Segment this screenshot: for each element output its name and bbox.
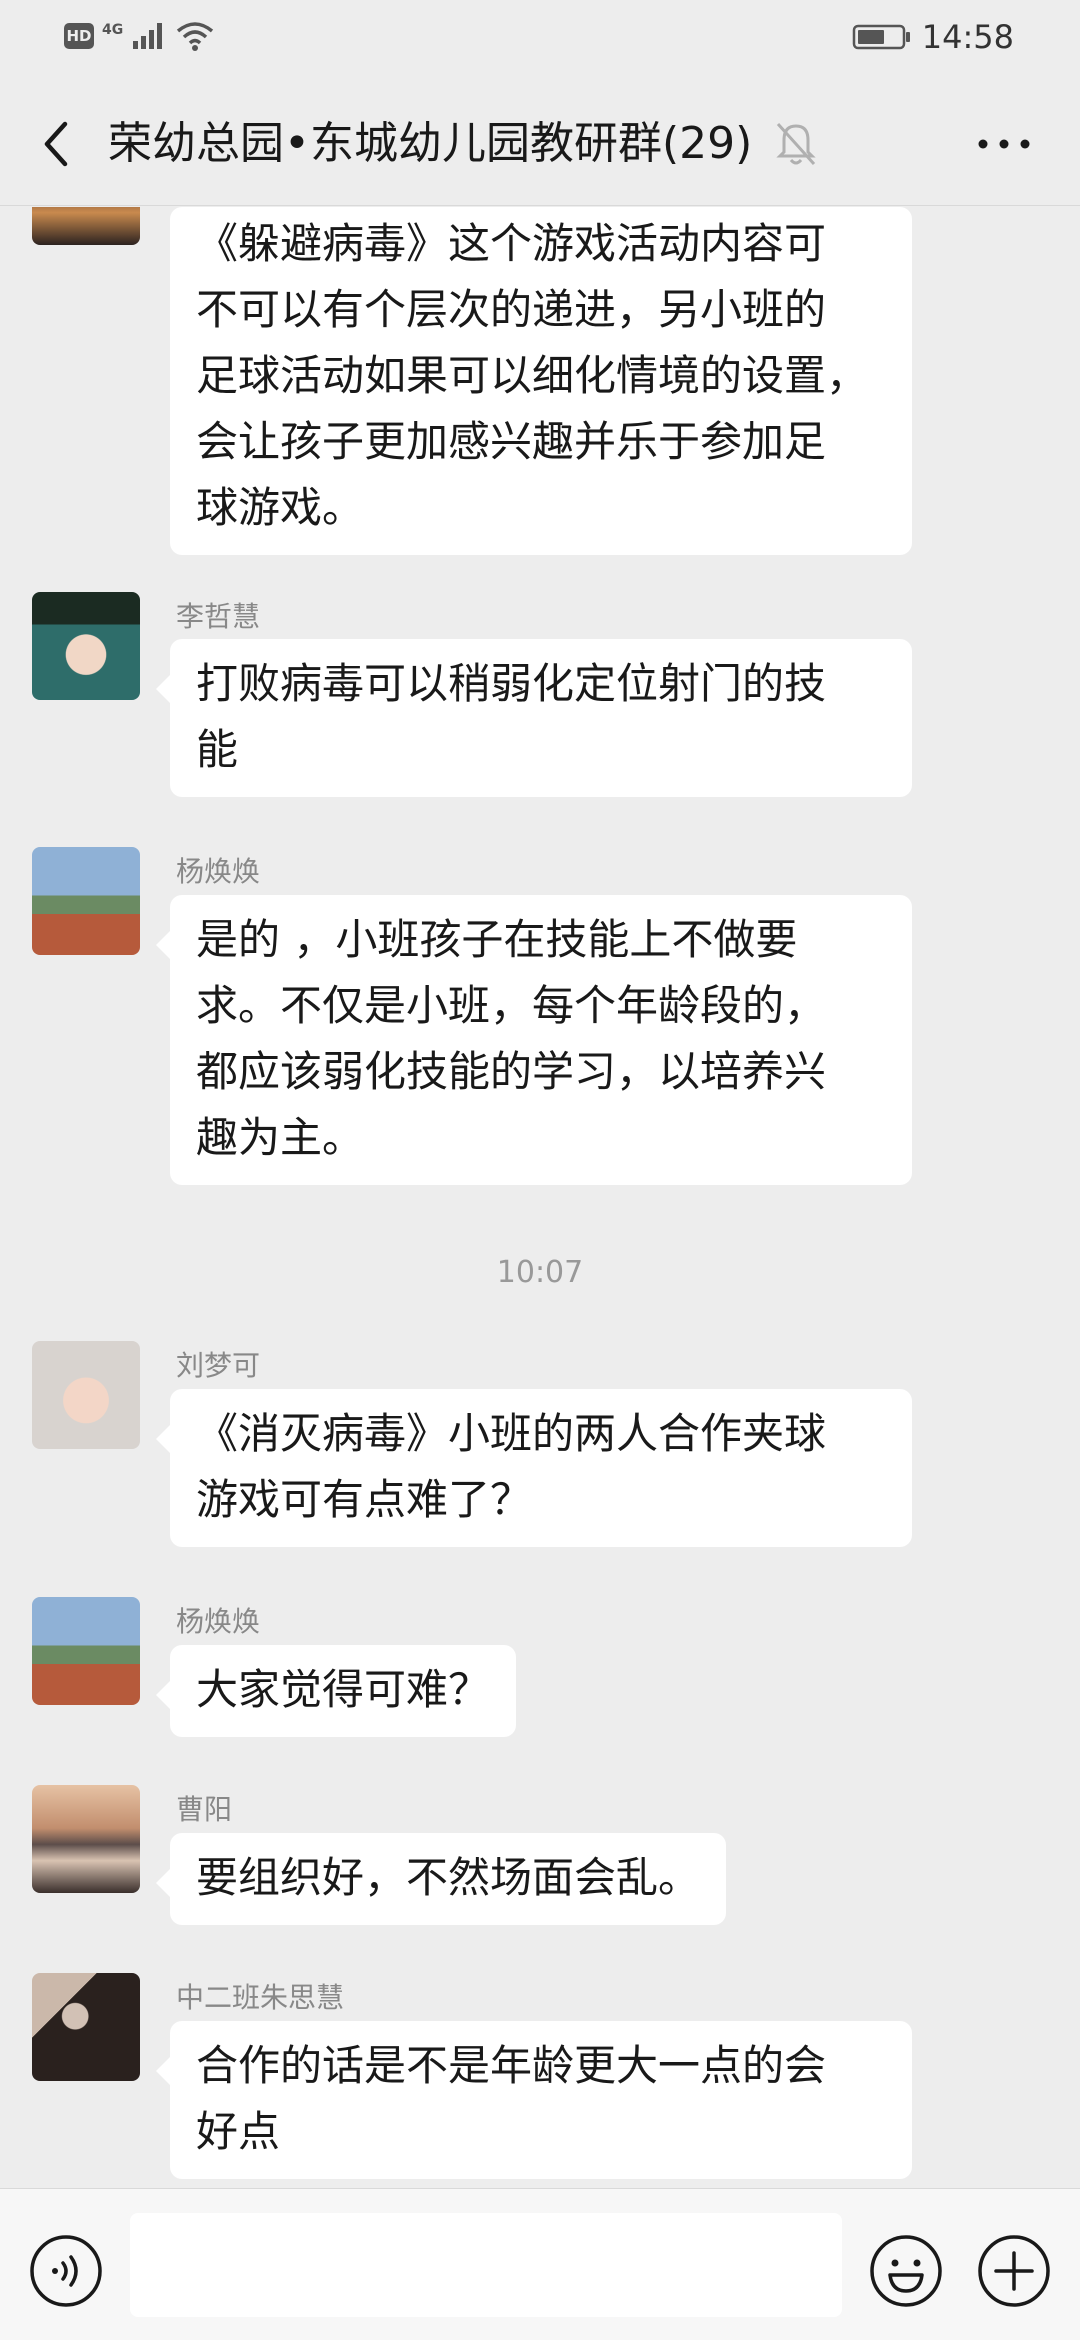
chat-title: 荣幼总园•东城幼儿园教研群(29) — [108, 118, 753, 169]
message-line: 《躲避病毒》这个游戏活动内容可 — [196, 219, 827, 268]
message-bubble[interactable]: 合作的话是不是年龄更大一点的会 好点 — [156, 2021, 912, 2179]
emoji-icon — [870, 2235, 942, 2307]
plus-button[interactable] — [976, 2233, 1052, 2309]
avatar[interactable] — [32, 1341, 140, 1449]
message-line: 要组织好，不然场面会乱。 — [196, 1853, 701, 1902]
status-left: HD 4G — [64, 20, 215, 52]
sender-name: 杨焕焕 — [176, 855, 261, 888]
input-bar — [0, 2188, 1080, 2340]
avatar[interactable] — [32, 1973, 140, 2081]
message-line: 好点 — [196, 2107, 281, 2156]
wifi-icon — [177, 22, 214, 51]
plus-icon — [978, 2235, 1050, 2307]
message-line: 是的 ，小班孩子在技能上不做要 — [196, 915, 798, 964]
sender-name: 杨焕焕 — [176, 1605, 261, 1638]
status-time: 14:58 — [921, 18, 1014, 56]
message-line: 足球活动如果可以细化情境的设置， — [196, 351, 869, 400]
message-line: 游戏可有点难了？ — [196, 1475, 533, 1524]
message-bubble[interactable]: 大家觉得可难？ — [155, 1645, 517, 1737]
battery-icon — [852, 24, 910, 50]
chevron-left-icon — [44, 121, 68, 167]
timestamp: 10:07 — [496, 1255, 584, 1290]
status-right: 14:58 — [852, 18, 1014, 56]
signal-icon — [133, 23, 163, 49]
message-line: 趣为主。 — [196, 1113, 365, 1162]
message-bubble[interactable]: 要组织好，不然场面会乱。 — [155, 1833, 727, 1925]
sender-name: 李哲慧 — [176, 600, 261, 633]
message-line: 会让孩子更加感兴趣并乐于参加足 — [196, 417, 827, 466]
avatar[interactable] — [32, 207, 140, 245]
message-bubble[interactable]: 是的 ，小班孩子在技能上不做要 求。不仅是小班，每个年龄段的， 都应该弱化技能的… — [156, 895, 912, 1185]
hd-badge: HD — [64, 23, 94, 49]
more-dots-icon — [978, 139, 1030, 149]
network-label: 4G — [102, 22, 124, 38]
avatar[interactable] — [32, 1785, 140, 1893]
message-bubble[interactable]: 《躲避病毒》这个游戏活动内容可 不可以有个层次的递进，另小班的 足球活动如果可以… — [170, 207, 912, 555]
avatar[interactable] — [32, 1597, 140, 1705]
back-button[interactable] — [28, 112, 84, 176]
message-line: 打败病毒可以稍弱化定位射门的技 — [196, 659, 827, 708]
message-bubble[interactable]: 打败病毒可以稍弱化定位射门的技 能 — [156, 639, 912, 797]
message-line: 求。不仅是小班，每个年龄段的， — [196, 981, 827, 1030]
message-line: 《消灭病毒》小班的两人合作夹球 — [196, 1409, 827, 1458]
message-bubble[interactable]: 《消灭病毒》小班的两人合作夹球 游戏可有点难了？ — [156, 1389, 912, 1547]
message-line: 不可以有个层次的递进，另小班的 — [196, 285, 827, 334]
message-input[interactable] — [130, 2213, 842, 2317]
avatar[interactable] — [32, 847, 140, 955]
bell-off-icon — [774, 120, 818, 168]
chat-message-list[interactable]: 《躲避病毒》这个游戏活动内容可 不可以有个层次的递进，另小班的 足球活动如果可以… — [0, 207, 1080, 2187]
more-button[interactable] — [964, 120, 1044, 168]
message-line: 都应该弱化技能的学习，以培养兴 — [196, 1047, 827, 1096]
message-line: 球游戏。 — [196, 483, 365, 532]
voice-icon — [30, 2235, 102, 2307]
sender-name: 曹阳 — [176, 1793, 233, 1826]
voice-button[interactable] — [28, 2233, 104, 2309]
emoji-button[interactable] — [868, 2233, 944, 2309]
sender-name: 中二班朱思慧 — [176, 1981, 345, 2014]
avatar[interactable] — [32, 592, 140, 700]
status-bar: HD 4G 14:58 — [0, 0, 1080, 76]
sender-name: 刘梦可 — [176, 1349, 261, 1382]
message-line: 能 — [196, 725, 239, 774]
chat-header: 荣幼总园•东城幼儿园教研群(29) — [0, 76, 1080, 206]
message-line: 合作的话是不是年龄更大一点的会 — [196, 2041, 827, 2090]
message-line: 大家觉得可难？ — [196, 1665, 491, 1714]
